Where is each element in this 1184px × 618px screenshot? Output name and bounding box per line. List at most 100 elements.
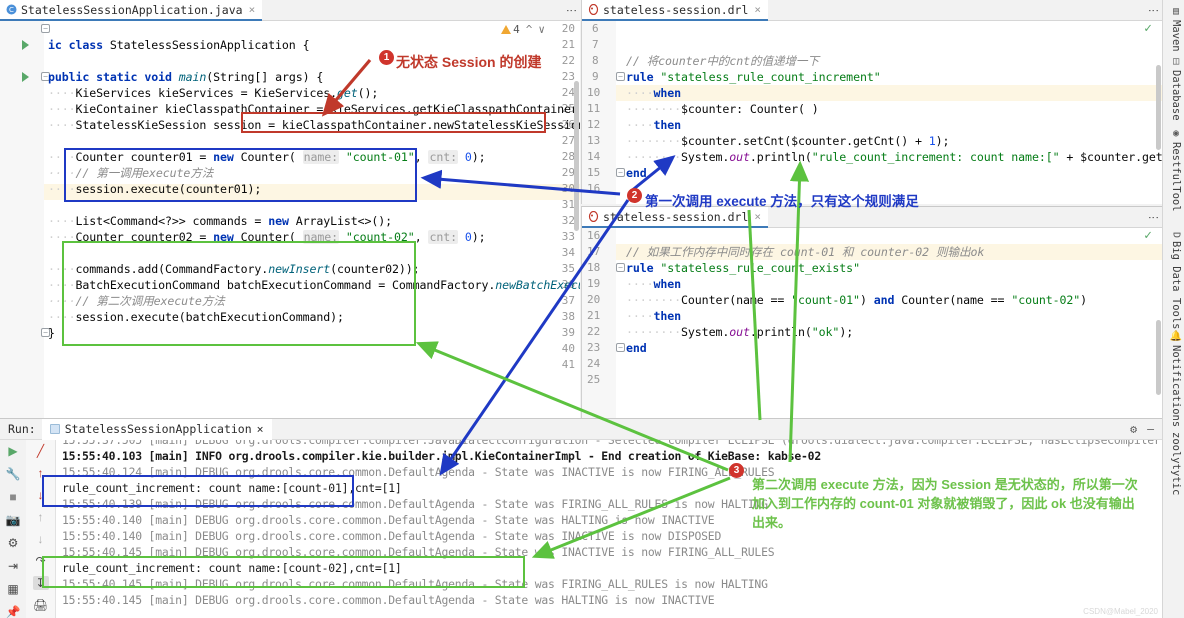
watermark: CSDN@Mabel_2020 bbox=[1083, 607, 1158, 616]
fold-toggle-icon[interactable]: − bbox=[616, 72, 625, 81]
inspection-warning-badge[interactable]: 4 ^ ∨ bbox=[501, 23, 545, 36]
rail-item-restfultool[interactable]: ◉ RestfulTool bbox=[1170, 128, 1182, 212]
tab-stateless-session-drl-bottom[interactable]: stateless-session.drl × bbox=[582, 207, 769, 228]
line-number: 33 bbox=[561, 230, 575, 243]
right-bottom-tab-options[interactable]: ⋮ bbox=[1147, 207, 1162, 227]
tab-label: stateless-session.drl bbox=[603, 209, 749, 224]
annotation-marker-2: 2 bbox=[627, 188, 642, 203]
right-top-tab-options[interactable]: ⋮ bbox=[1147, 0, 1162, 20]
right-top-code-area[interactable]: 6 7 8 9 10 11 12 13 14 15 16 − − // 将cou… bbox=[582, 21, 1162, 204]
tab-label: stateless-session.drl bbox=[603, 2, 749, 17]
run-config-icon bbox=[49, 424, 60, 434]
line-number: 20 bbox=[561, 22, 575, 35]
line-number: 12 bbox=[587, 118, 601, 131]
line-number: 25 bbox=[587, 373, 601, 386]
line-number: 21 bbox=[561, 38, 575, 51]
line-number: 17 bbox=[587, 245, 601, 258]
rail-label: Database bbox=[1170, 70, 1182, 121]
more-options-icon[interactable]: ⋮ bbox=[565, 5, 577, 15]
rail-label: Notifications bbox=[1170, 345, 1182, 428]
rail-item-database[interactable]: ◫ Database bbox=[1170, 56, 1182, 121]
run-gutter-icon[interactable] bbox=[22, 72, 29, 82]
line-number: 31 bbox=[561, 198, 575, 211]
pin-icon[interactable]: 📌 bbox=[5, 605, 21, 618]
drools-file-icon bbox=[588, 3, 599, 16]
run-icon[interactable]: ▶ bbox=[5, 444, 21, 458]
layout-icon[interactable]: ▦ bbox=[5, 582, 21, 596]
fold-toggle-icon[interactable]: − bbox=[616, 263, 625, 272]
rail-label: Big Data Tools bbox=[1170, 241, 1182, 330]
camera-icon[interactable]: 📷 bbox=[5, 513, 21, 527]
tab-stateless-session-application[interactable]: C StatelessSessionApplication.java × bbox=[0, 0, 263, 21]
debug-icon[interactable]: ⚙ bbox=[5, 536, 21, 550]
line-number: 13 bbox=[587, 134, 601, 147]
left-editor-scrollbar[interactable] bbox=[574, 81, 579, 231]
code-line-20: ········Counter(name == "count-01") and … bbox=[626, 293, 1088, 307]
export-icon[interactable]: ⇥ bbox=[5, 559, 21, 573]
print-icon[interactable]: 🖨 bbox=[33, 598, 49, 612]
rail-item-zoolytic[interactable]: zoolyt bbox=[1170, 432, 1182, 470]
log-line: 15:55:40.140 [main] DEBUG org.drools.cor… bbox=[62, 513, 715, 527]
run-gutter-icon[interactable] bbox=[22, 40, 29, 50]
annotation-box-session-create bbox=[241, 112, 546, 133]
more-options-icon[interactable]: ⋮ bbox=[1147, 5, 1159, 15]
line-number: 34 bbox=[561, 246, 575, 259]
rail-item-maven[interactable]: ▤ Maven bbox=[1170, 6, 1182, 52]
rail-item-notifications[interactable]: 🔔 Notifications bbox=[1170, 330, 1182, 427]
right-bottom-scrollbar[interactable] bbox=[1156, 320, 1161, 395]
tab-label: StatelessSessionApplication.java bbox=[21, 2, 243, 17]
code-line-18: rule "stateless_rule_count_exists" bbox=[626, 261, 860, 275]
fold-toggle-icon[interactable]: − bbox=[616, 168, 625, 177]
line-number: 35 bbox=[561, 262, 575, 275]
log-line: 15:55:40.103 [main] INFO org.drools.comp… bbox=[62, 449, 821, 463]
annotation-box-console-out-01 bbox=[42, 475, 354, 507]
code-line-19: ····when bbox=[626, 277, 682, 291]
run-tab[interactable]: StatelessSessionApplication × bbox=[41, 418, 272, 440]
line-number: 28 bbox=[561, 150, 575, 163]
rail-item-big-data-tools[interactable]: D Big Data Tools bbox=[1170, 232, 1182, 330]
left-editor-tab-options[interactable]: ⋮ bbox=[565, 0, 580, 20]
code-line-8: // 将counter中的cnt的值递增一下 bbox=[626, 54, 819, 68]
code-line-12: ····then bbox=[626, 118, 682, 132]
line-number: 41 bbox=[561, 358, 575, 371]
right-top-scrollbar[interactable] bbox=[1156, 65, 1161, 150]
annotation-text-3: 第二次调用 execute 方法，因为 Session 是无状态的，所以第一次 … bbox=[752, 477, 1138, 530]
gear-icon[interactable]: ⚙ bbox=[1130, 422, 1137, 436]
close-icon[interactable]: × bbox=[754, 3, 761, 16]
fold-toggle-icon[interactable]: − bbox=[41, 24, 50, 33]
right-bottom-code-area[interactable]: 16 17 18 19 20 21 22 23 24 25 − − // 如果工… bbox=[582, 228, 1162, 418]
close-icon[interactable]: × bbox=[257, 422, 264, 436]
chevron-up-icon[interactable]: ^ bbox=[526, 23, 533, 36]
line-number: 16 bbox=[587, 229, 601, 242]
log-line: 15:55:37.505 [main] DEBUG org.drools.com… bbox=[62, 440, 1162, 447]
left-code-area[interactable]: 20 21 22 23 24 25 26 27 28 29 30 31 32 3… bbox=[0, 21, 580, 418]
big-data-tools-icon: D bbox=[1170, 232, 1182, 239]
java-class-icon: C bbox=[6, 4, 17, 15]
edit-icon[interactable]: ╱ bbox=[33, 444, 49, 458]
soft-down-icon[interactable]: ↓ bbox=[33, 532, 49, 546]
minimize-icon[interactable]: — bbox=[1147, 422, 1154, 436]
close-icon[interactable]: × bbox=[249, 3, 256, 16]
wrench-icon[interactable]: 🔧 bbox=[5, 467, 21, 481]
annotation-box-second-execute bbox=[62, 241, 416, 346]
line-number: 24 bbox=[561, 86, 575, 99]
line-number: 37 bbox=[561, 294, 575, 307]
code-line-13: ········$counter.setCnt($counter.getCnt(… bbox=[626, 134, 950, 148]
ide-window: C StatelessSessionApplication.java × ⋮ 2… bbox=[0, 0, 1184, 618]
close-icon[interactable]: × bbox=[754, 210, 761, 223]
svg-text:C: C bbox=[9, 6, 14, 14]
stop-icon[interactable]: ■ bbox=[5, 490, 21, 504]
tab-stateless-session-drl-top[interactable]: stateless-session.drl × bbox=[582, 0, 769, 21]
code-line-15: end bbox=[626, 166, 647, 180]
code-line-39: } bbox=[48, 326, 55, 340]
log-line: 15:55:40.140 [main] DEBUG org.drools.cor… bbox=[62, 529, 722, 543]
more-options-icon[interactable]: ⋮ bbox=[1147, 212, 1159, 222]
soft-up-icon[interactable]: ↑ bbox=[33, 510, 49, 524]
line-number: 19 bbox=[587, 277, 601, 290]
code-line-9: rule "stateless_rule_count_increment" bbox=[626, 70, 881, 84]
chevron-down-icon[interactable]: ∨ bbox=[538, 23, 545, 36]
annotation-box-console-out-02 bbox=[42, 556, 525, 588]
fold-toggle-icon[interactable]: − bbox=[616, 343, 625, 352]
database-icon: ◫ bbox=[1170, 56, 1182, 67]
line-number: 14 bbox=[587, 150, 601, 163]
